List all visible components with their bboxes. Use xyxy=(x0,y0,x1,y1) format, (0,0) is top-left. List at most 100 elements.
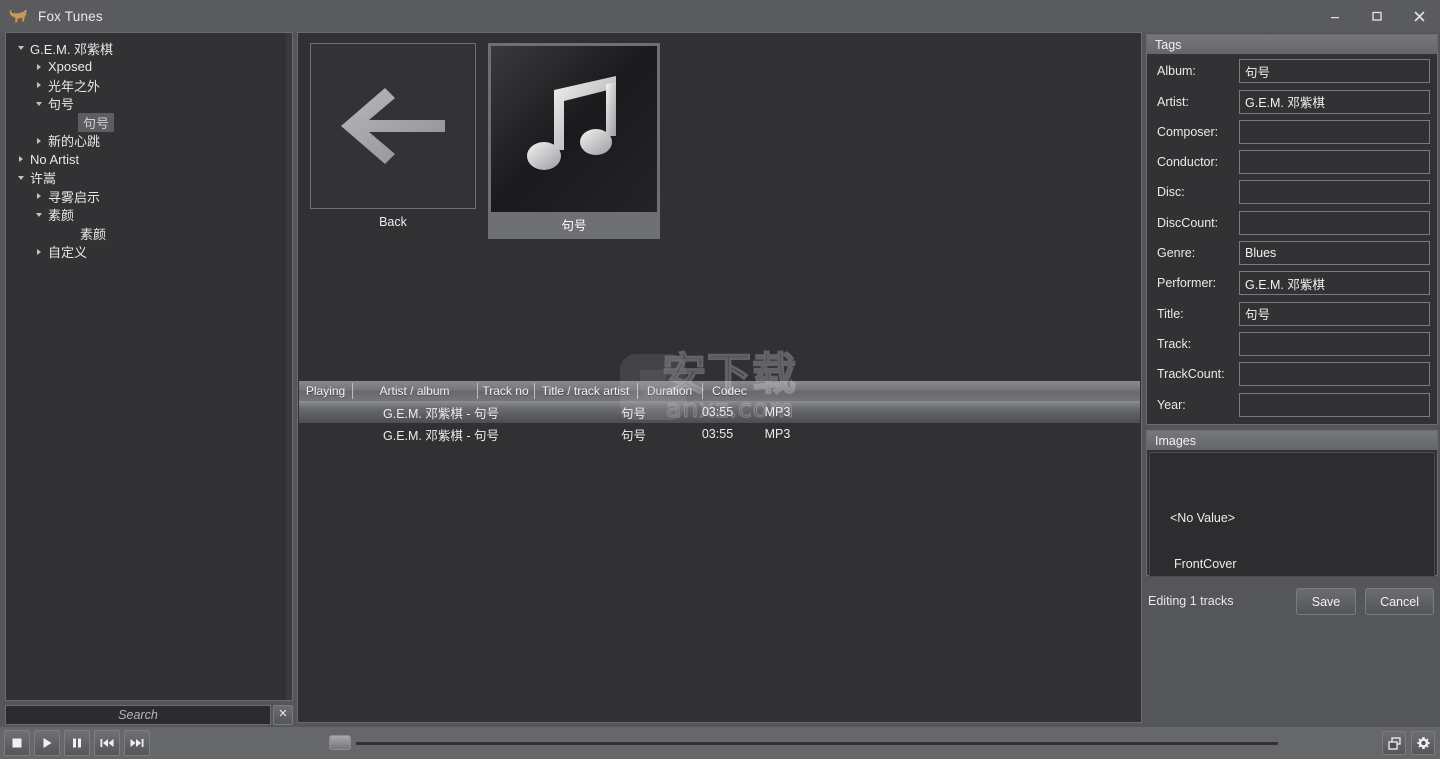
chevron-right-icon[interactable] xyxy=(32,193,46,200)
tag-field-input[interactable] xyxy=(1239,241,1430,266)
chevron-down-icon[interactable] xyxy=(32,101,46,106)
chevron-right-icon[interactable] xyxy=(32,137,46,144)
cancel-button[interactable]: Cancel xyxy=(1365,588,1434,615)
pause-button[interactable] xyxy=(64,730,90,756)
column-header[interactable]: Title / track artist xyxy=(534,381,637,401)
stop-button[interactable] xyxy=(4,730,30,756)
tree-item[interactable]: 新的心跳 xyxy=(6,132,292,151)
tag-field-input[interactable] xyxy=(1239,59,1430,84)
gear-icon[interactable] xyxy=(1411,731,1435,755)
table-row[interactable]: G.E.M. 邓紫棋 - 句号 句号 03:55 MP3 xyxy=(299,423,1140,445)
tree-item[interactable]: 句号 xyxy=(6,95,292,114)
tag-field-row: Artist: xyxy=(1153,89,1430,114)
image-type-label: FrontCover xyxy=(1174,557,1237,571)
tag-field-input[interactable] xyxy=(1239,210,1430,235)
column-header[interactable]: Duration xyxy=(637,381,702,401)
tree-item[interactable]: 光年之外 xyxy=(6,76,292,95)
search-clear-icon[interactable]: ✕ xyxy=(273,705,293,725)
track-list: Playing Artist / album Track no Title / tra… xyxy=(299,381,1140,721)
tree-item[interactable]: G.E.M. 邓紫棋 xyxy=(6,39,292,58)
editing-status: Editing 1 tracks xyxy=(1148,594,1234,608)
browser-item-caption: 句号 xyxy=(561,219,587,233)
next-track-button[interactable] xyxy=(124,730,150,756)
tree-item[interactable]: 许嵩 xyxy=(6,169,292,188)
browser-item-album[interactable]: 句号 xyxy=(488,43,660,239)
seek-track[interactable] xyxy=(356,742,1278,745)
table-row[interactable]: G.E.M. 邓紫棋 - 句号 句号 03:55 MP3 xyxy=(299,401,1140,423)
tag-field-label: Album: xyxy=(1157,64,1196,79)
seek-thumb[interactable] xyxy=(329,735,351,750)
seek-slider[interactable] xyxy=(322,727,1326,759)
track-list-body[interactable]: G.E.M. 邓紫棋 - 句号 句号 03:55 MP3 G.E.M. 邓紫棋 - 句号… xyxy=(299,401,1140,445)
tag-field-input[interactable] xyxy=(1239,119,1430,144)
tree-item[interactable]: 自定义 xyxy=(6,243,292,262)
tree-item[interactable]: 寻雾启示 xyxy=(6,187,292,206)
image-slot[interactable]: <No Value> FrontCover xyxy=(1149,452,1435,577)
table-cell-codec: MP3 xyxy=(764,405,791,419)
tag-field-label: Performer: xyxy=(1157,276,1217,291)
column-header[interactable]: Artist / album xyxy=(352,381,477,401)
tag-field-input[interactable] xyxy=(1239,362,1430,387)
library-tree-panel: G.E.M. 邓紫棋 Xposed 光年之外 句号 句号 新的心跳 No Artist 许嵩寻… xyxy=(5,32,293,701)
browser-item-back[interactable]: Back xyxy=(310,43,476,229)
chevron-down-icon[interactable] xyxy=(14,175,28,180)
tags-fields: Album: Artist: Composer: Conductor: Disc: Dis… xyxy=(1147,54,1437,428)
center-panel: Back 句号 Playing Artist / album Track no Tit… xyxy=(297,32,1142,723)
table-cell-artist: G.E.M. 邓紫棋 - 句号 xyxy=(383,428,499,443)
tree-item-label: No Artist xyxy=(30,151,80,167)
chevron-down-icon[interactable] xyxy=(32,212,46,217)
tree-item-label: 许嵩 xyxy=(30,171,57,187)
tag-field-input[interactable] xyxy=(1239,150,1430,175)
tree-scrollbar[interactable] xyxy=(286,33,292,700)
chevron-right-icon[interactable] xyxy=(32,248,46,255)
tag-field-row: Year: xyxy=(1153,392,1430,417)
tree-item-label: 光年之外 xyxy=(48,78,101,94)
tag-field-input[interactable] xyxy=(1239,331,1430,356)
save-button[interactable]: Save xyxy=(1296,588,1356,615)
column-header[interactable]: Codec xyxy=(702,381,757,401)
tag-field-input[interactable] xyxy=(1239,392,1430,417)
tag-field-input[interactable] xyxy=(1239,271,1430,296)
play-button[interactable] xyxy=(34,730,60,756)
tag-field-input[interactable] xyxy=(1239,89,1430,114)
music-note-icon xyxy=(491,46,657,212)
chevron-right-icon[interactable] xyxy=(32,82,46,89)
tag-field-label: TrackCount: xyxy=(1157,367,1225,382)
chevron-down-icon[interactable] xyxy=(14,46,28,51)
tree-item-label: Xposed xyxy=(48,59,93,75)
tag-field-label: Genre: xyxy=(1157,246,1196,261)
tag-field-input[interactable] xyxy=(1239,301,1430,326)
tags-group-header: Tags xyxy=(1147,35,1437,54)
windows-restore-icon[interactable] xyxy=(1382,731,1406,755)
tag-field-label: DiscCount: xyxy=(1157,215,1219,230)
column-header[interactable]: Playing xyxy=(299,381,352,401)
tags-panel: Tags Album: Artist: Composer: Conductor: Dis… xyxy=(1146,32,1438,723)
tag-field-row: Track: xyxy=(1153,331,1430,357)
tag-field-input[interactable] xyxy=(1239,180,1430,205)
previous-track-button[interactable] xyxy=(94,730,120,756)
back-arrow-icon xyxy=(310,43,476,209)
album-browser: Back 句号 xyxy=(298,33,1141,373)
tree-item[interactable]: 句号 xyxy=(6,112,292,132)
tree-item[interactable]: 素颜 xyxy=(6,224,292,243)
column-header[interactable]: Track no xyxy=(477,381,534,401)
tree-item[interactable]: No Artist xyxy=(6,150,292,169)
library-tree[interactable]: G.E.M. 邓紫棋 Xposed 光年之外 句号 句号 新的心跳 No Artist 许嵩寻… xyxy=(6,33,292,700)
table-cell-codec: MP3 xyxy=(764,427,791,441)
table-cell-duration: 03:55 xyxy=(701,405,734,419)
tree-item-label: 新的心跳 xyxy=(48,134,101,150)
close-icon[interactable] xyxy=(1398,0,1440,32)
tags-group: Tags Album: Artist: Composer: Conductor: Dis… xyxy=(1146,34,1438,425)
chevron-right-icon[interactable] xyxy=(14,156,28,163)
minimize-icon[interactable] xyxy=(1314,0,1356,32)
tree-item[interactable]: Xposed xyxy=(6,58,292,77)
search-input[interactable] xyxy=(5,705,271,725)
search-bar: ✕ xyxy=(5,705,293,725)
chevron-right-icon[interactable] xyxy=(32,63,46,70)
tree-item[interactable]: 素颜 xyxy=(6,206,292,225)
table-cell-artist: G.E.M. 邓紫棋 - 句号 xyxy=(383,406,499,421)
tree-item-label: 自定义 xyxy=(48,245,88,261)
maximize-icon[interactable] xyxy=(1356,0,1398,32)
images-group-header: Images xyxy=(1147,431,1437,450)
fox-icon xyxy=(7,5,29,27)
